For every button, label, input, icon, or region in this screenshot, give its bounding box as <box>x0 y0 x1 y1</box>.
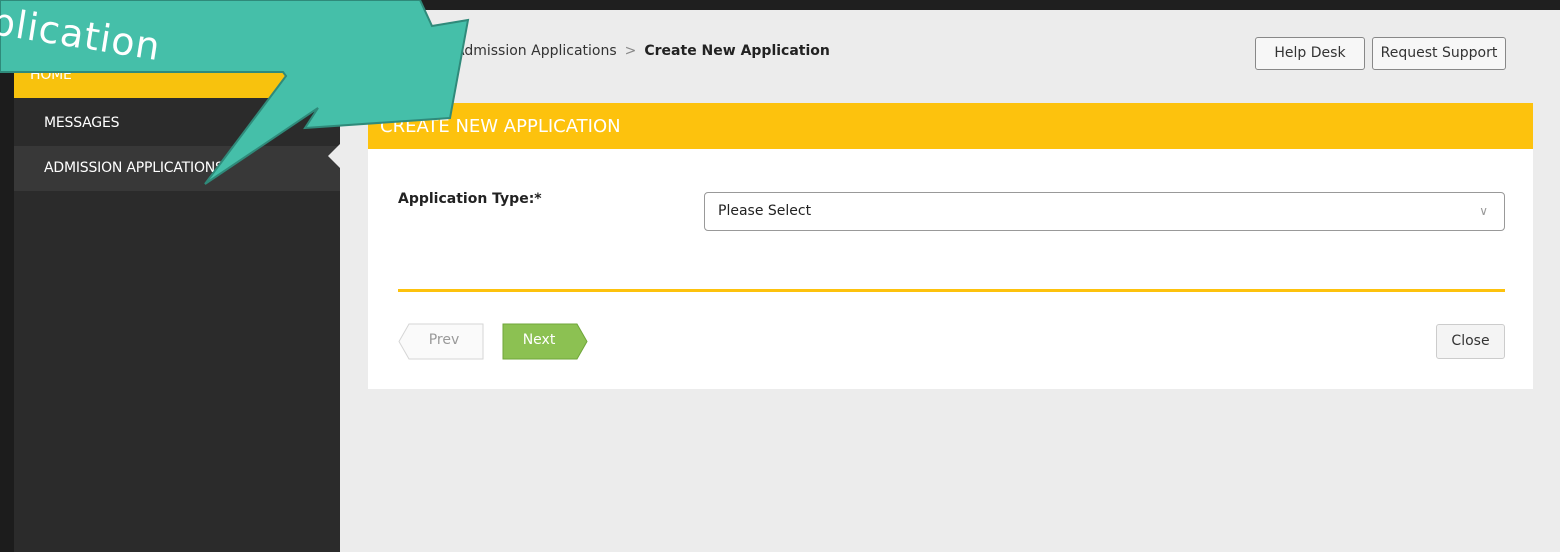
breadcrumb-parent-link[interactable]: Admission Applications <box>455 43 617 59</box>
panel-title: CREATE NEW APPLICATION <box>368 103 1533 149</box>
next-label: Next <box>522 332 556 348</box>
create-application-panel: CREATE NEW APPLICATION Application Type:… <box>368 103 1533 389</box>
prev-button[interactable]: Prev <box>398 323 484 360</box>
prev-label: Prev <box>428 332 460 348</box>
callout-arrow-annotation: pplication <box>0 0 470 200</box>
request-support-button[interactable]: Request Support <box>1372 37 1506 70</box>
next-button[interactable]: Next <box>502 323 588 360</box>
close-button[interactable]: Close <box>1436 324 1505 359</box>
application-type-select[interactable]: Please Select ∨ <box>704 192 1505 231</box>
breadcrumb: Admission Applications > Create New Applic… <box>455 43 830 59</box>
breadcrumb-separator-icon: > <box>624 43 637 59</box>
select-value: Please Select <box>718 203 812 219</box>
chevron-down-icon: ∨ <box>1479 204 1488 218</box>
help-desk-button[interactable]: Help Desk <box>1255 37 1365 70</box>
breadcrumb-current: Create New Application <box>644 43 830 59</box>
section-divider <box>398 289 1505 292</box>
